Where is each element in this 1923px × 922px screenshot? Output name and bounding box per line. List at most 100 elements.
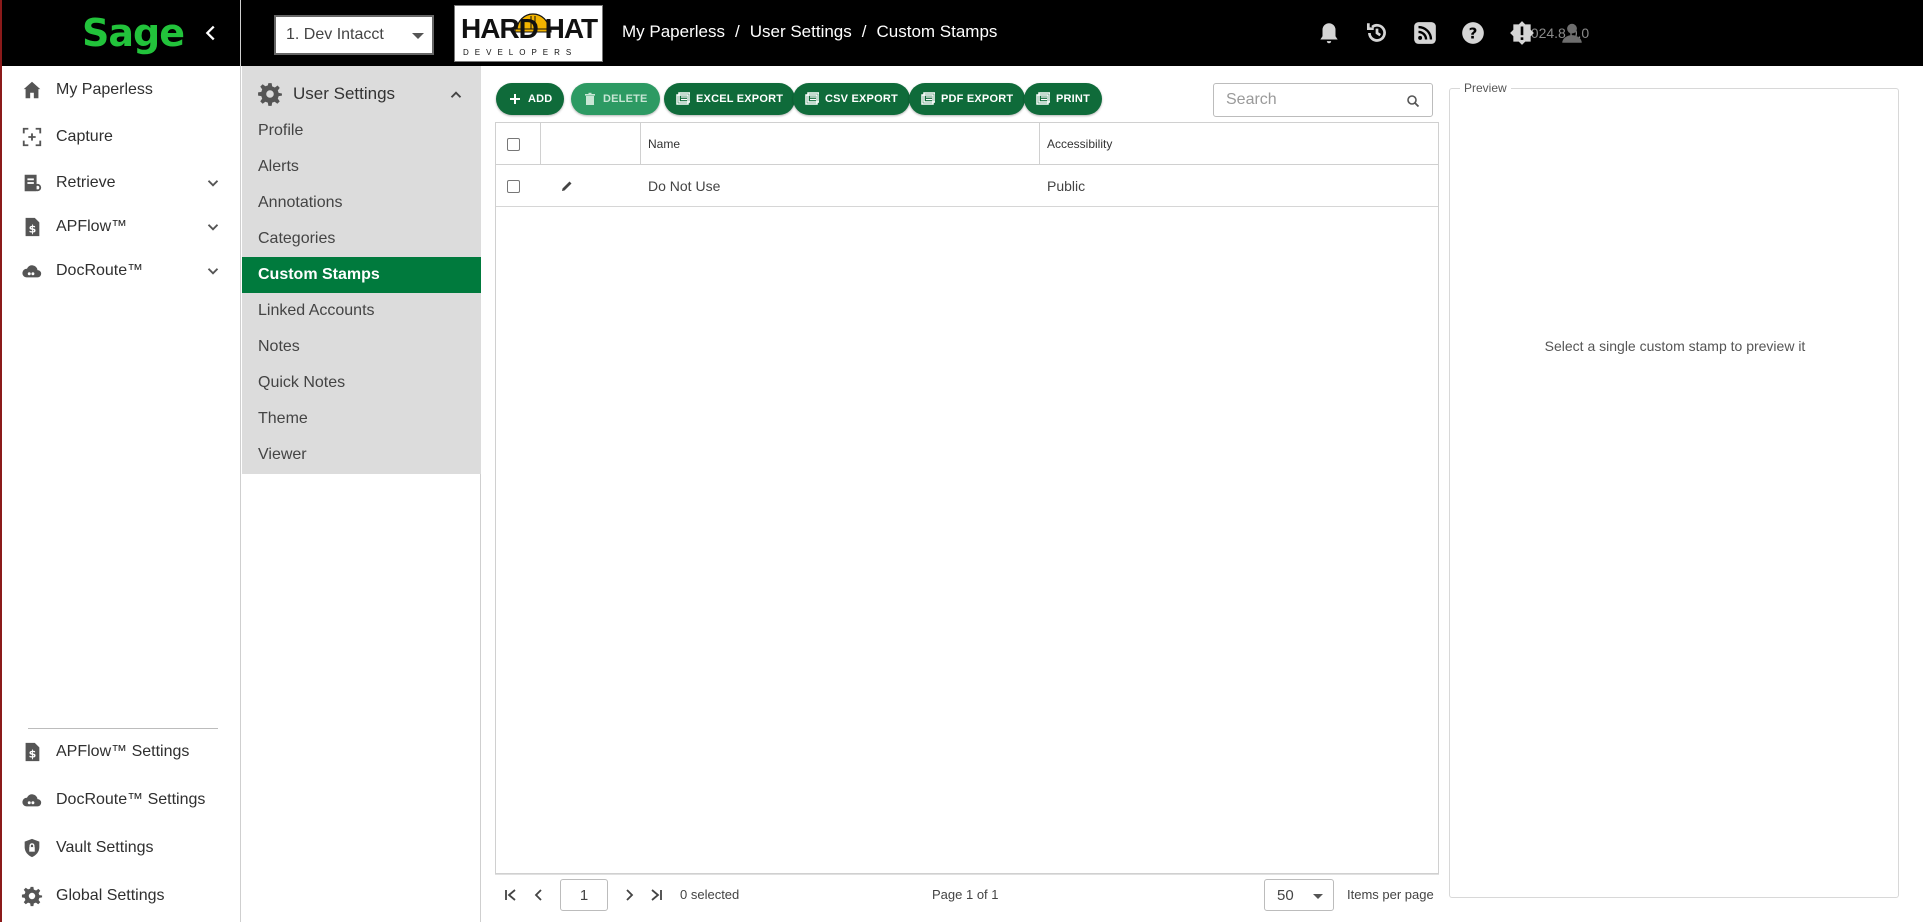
excel-export-button[interactable]: EXCEL EXPORT xyxy=(664,83,796,115)
row-name: Do Not Use xyxy=(648,178,721,194)
nav-item-label: Global Settings xyxy=(56,887,165,904)
settings-item-custom-stamps[interactable]: Custom Stamps xyxy=(242,257,481,293)
column-header-name[interactable]: Name xyxy=(648,123,680,165)
settings-item-categories[interactable]: Categories xyxy=(242,221,481,257)
settings-item-theme[interactable]: Theme xyxy=(242,401,481,437)
add-button[interactable]: ADD xyxy=(496,83,565,115)
row-edit-cell xyxy=(560,165,574,207)
settings-item-annotations[interactable]: Annotations xyxy=(242,185,481,221)
breadcrumb: My Paperless / User Settings / Custom St… xyxy=(622,22,997,42)
company-select[interactable]: 1. Dev Intacct xyxy=(274,15,434,55)
row-select-cell xyxy=(507,165,520,207)
settings-item-viewer[interactable]: Viewer xyxy=(242,437,481,473)
breadcrumb-item[interactable]: My Paperless xyxy=(622,22,725,42)
alert-icon[interactable] xyxy=(1509,20,1535,46)
column-divider xyxy=(640,123,641,165)
collapse-nav-icon[interactable] xyxy=(200,22,222,44)
add-button-label: ADD xyxy=(528,93,553,105)
settings-item-alerts[interactable]: Alerts xyxy=(242,149,481,185)
nav-item-label: DocRoute™ Settings xyxy=(56,791,206,808)
table-row[interactable]: Do Not Use Public xyxy=(496,165,1438,207)
preview-title: Preview xyxy=(1460,81,1511,95)
settings-item-notes[interactable]: Notes xyxy=(242,329,481,365)
row-checkbox[interactable] xyxy=(507,179,520,193)
nav-item-capture[interactable]: Capture xyxy=(2,117,240,157)
settings-item-linked-accounts[interactable]: Linked Accounts xyxy=(242,293,481,329)
pdf-export-label: PDF EXPORT xyxy=(941,93,1014,105)
nav-divider xyxy=(28,728,218,729)
last-page-icon[interactable] xyxy=(648,887,664,903)
pdf-export-button[interactable]: PDF EXPORT xyxy=(909,83,1026,115)
select-all-checkbox[interactable] xyxy=(507,137,520,151)
home-icon xyxy=(20,78,44,102)
left-nav: Sage My Paperless Capture Retrieve $ APF… xyxy=(0,0,241,922)
nav-item-docroute-settings[interactable]: DocRoute™ Settings xyxy=(2,780,240,820)
row-accessibility-cell: Public xyxy=(1047,165,1085,207)
search-input[interactable] xyxy=(1214,84,1394,116)
preview-panel: Preview Select a single custom stamp to … xyxy=(1449,81,1899,898)
pencil-icon[interactable] xyxy=(560,179,574,193)
grid-header-row: Name Accessibility xyxy=(496,123,1438,165)
delete-button[interactable]: DELETE xyxy=(571,83,660,115)
breadcrumb-separator: / xyxy=(734,22,740,41)
nav-item-retrieve[interactable]: Retrieve xyxy=(2,163,240,203)
nav-item-my-paperless[interactable]: My Paperless xyxy=(2,70,240,110)
nav-item-label: Vault Settings xyxy=(56,839,154,856)
chevron-down-icon xyxy=(204,262,222,280)
prev-page-icon[interactable] xyxy=(531,887,547,903)
pager: 1 0 selected Page 1 of 1 50 Items per pa… xyxy=(495,874,1439,914)
nav-item-apflow[interactable]: $ APFlow™ xyxy=(2,207,240,247)
org-logo-line2: DEVELOPERS xyxy=(463,48,578,57)
select-all-cell xyxy=(507,123,520,165)
svg-text:?: ? xyxy=(1469,24,1478,42)
svg-text:$: $ xyxy=(29,748,37,761)
caret-down-icon xyxy=(412,33,424,39)
caret-down-icon xyxy=(1313,894,1323,899)
nav-item-global-settings[interactable]: Global Settings xyxy=(2,876,240,916)
column-header-label: Name xyxy=(648,137,681,151)
company-select-value: 1. Dev Intacct xyxy=(286,26,384,43)
gear-icon xyxy=(257,81,283,107)
print-button[interactable]: PRINT xyxy=(1024,83,1102,115)
column-divider xyxy=(540,123,541,165)
row-accessibility: Public xyxy=(1047,178,1086,194)
page-size-value: 50 xyxy=(1277,886,1294,904)
excel-export-label: EXCEL EXPORT xyxy=(696,93,784,105)
nav-item-apflow-settings[interactable]: $ APFlow™ Settings xyxy=(2,732,240,772)
svg-text:$: $ xyxy=(29,223,37,236)
nav-item-label: Retrieve xyxy=(56,174,116,191)
gear-icon xyxy=(20,884,44,908)
user-avatar-icon[interactable] xyxy=(1559,20,1585,46)
page-number-input[interactable]: 1 xyxy=(560,879,608,911)
top-bar: 1. Dev Intacct HARD HAT DEVELOPERS My Pa… xyxy=(241,0,1923,66)
brand-bar: Sage xyxy=(2,0,240,66)
help-icon[interactable]: ? xyxy=(1460,20,1486,46)
breadcrumb-item[interactable]: User Settings xyxy=(750,22,852,42)
settings-item-profile[interactable]: Profile xyxy=(242,113,481,149)
page-size-select[interactable]: 50 xyxy=(1264,879,1334,911)
chevron-down-icon xyxy=(204,218,222,236)
first-page-icon[interactable] xyxy=(503,887,519,903)
delete-button-label: DELETE xyxy=(603,93,648,105)
settings-item-quick-notes[interactable]: Quick Notes xyxy=(242,365,481,401)
nav-item-label: APFlow™ Settings xyxy=(56,743,190,760)
column-header-accessibility[interactable]: Accessibility xyxy=(1047,123,1112,165)
breadcrumb-item-current: Custom Stamps xyxy=(876,22,998,41)
plus-icon xyxy=(508,92,522,106)
page-info: Page 1 of 1 xyxy=(932,887,999,902)
bell-icon[interactable] xyxy=(1316,20,1342,46)
shield-lock-icon xyxy=(20,836,44,860)
nav-item-docroute[interactable]: DocRoute™ xyxy=(2,251,240,291)
main-content: ADD DELETE EXCEL EXPORT CSV EXPORT PDF E… xyxy=(482,66,1445,922)
settings-nav-header[interactable]: User Settings xyxy=(242,74,481,114)
csv-export-button[interactable]: CSV EXPORT xyxy=(793,83,910,115)
print-icon xyxy=(1036,92,1050,106)
search-icon[interactable] xyxy=(1406,94,1420,108)
history-icon[interactable] xyxy=(1364,20,1390,46)
settings-nav-title: User Settings xyxy=(293,84,396,103)
next-page-icon[interactable] xyxy=(621,887,637,903)
settings-nav: User Settings Profile Alerts Annotations… xyxy=(242,66,481,922)
rss-icon[interactable] xyxy=(1412,20,1438,46)
export-icon xyxy=(676,92,690,106)
nav-item-vault-settings[interactable]: Vault Settings xyxy=(2,828,240,868)
